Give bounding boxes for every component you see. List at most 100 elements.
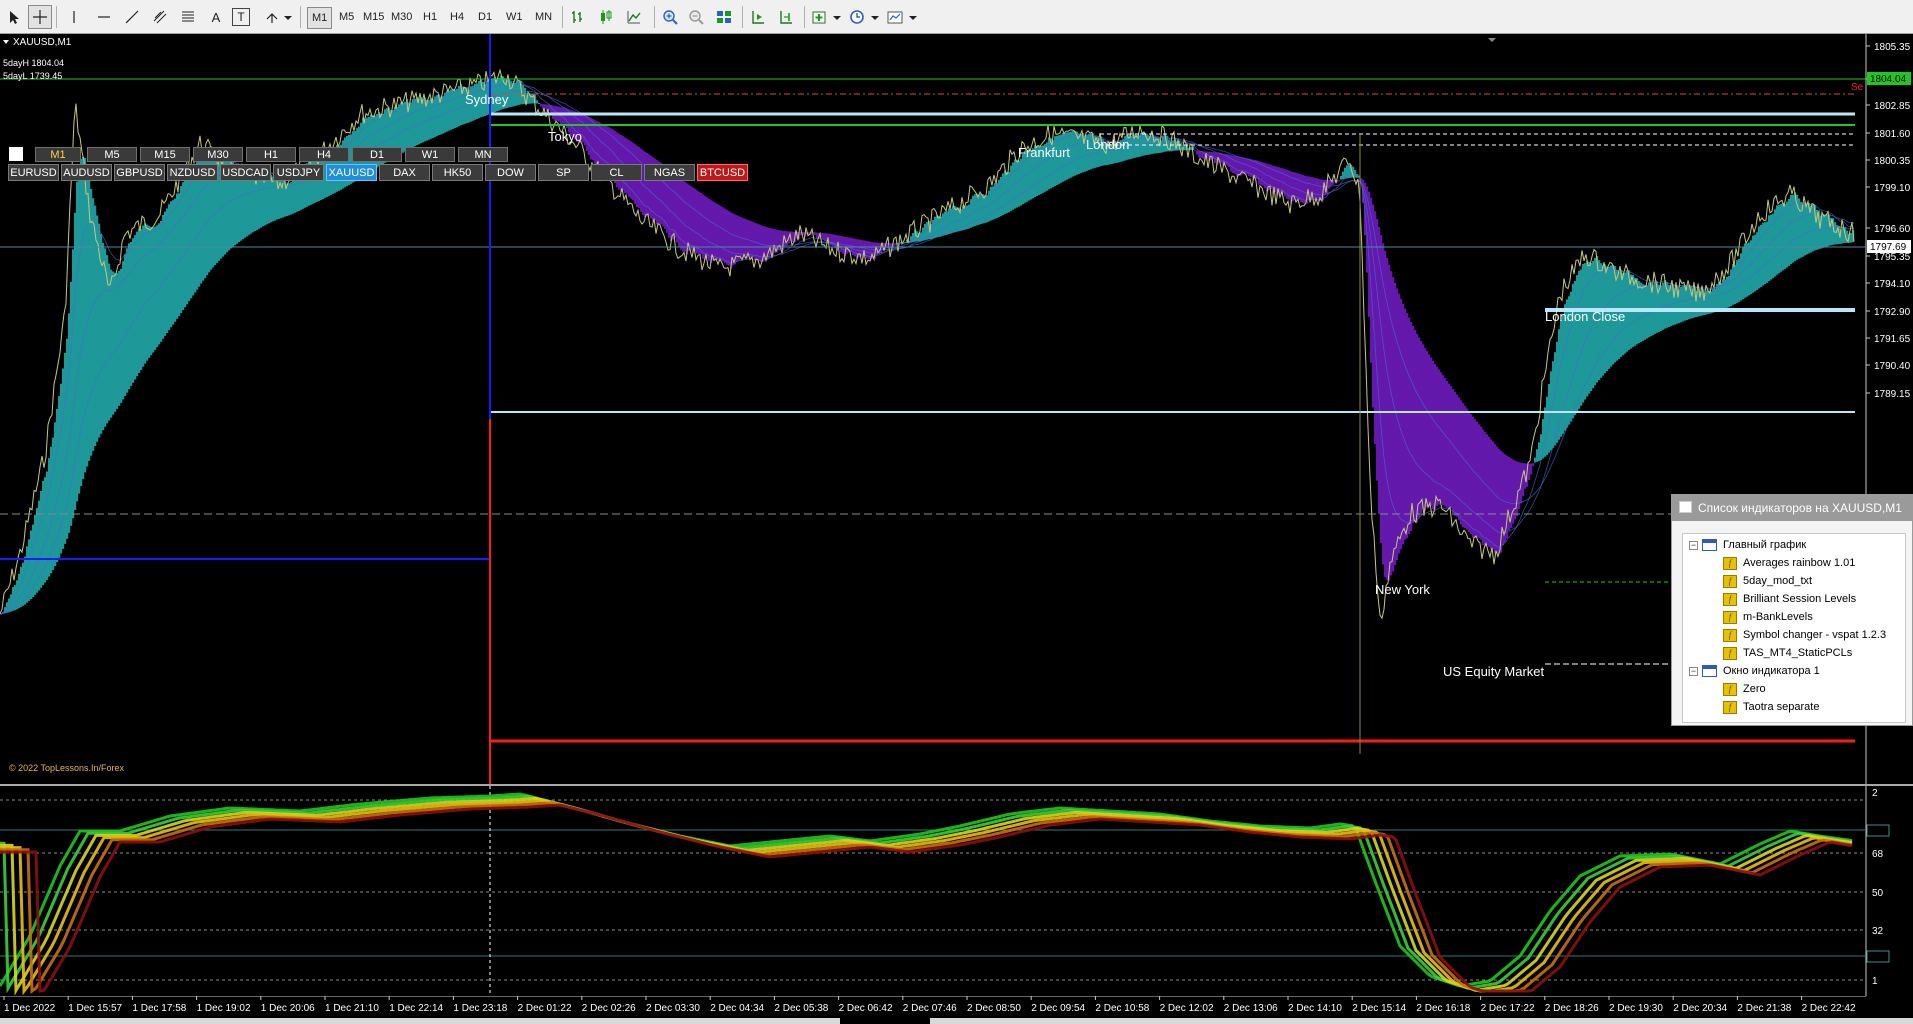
crosshair-icon[interactable] — [28, 5, 52, 29]
time-tick: 2 Dec 06:42 — [839, 1003, 893, 1014]
window-list-icon — [1679, 501, 1692, 513]
sc-tf-h1[interactable]: H1 — [246, 147, 296, 162]
symbol-changer-toggle[interactable] — [9, 147, 23, 161]
symbol-button-nzdusd[interactable]: NZDUSD — [167, 164, 218, 181]
time-tick: 2 Dec 01:22 — [518, 1003, 572, 1014]
symbol-button-xauusd[interactable]: XAUUSD — [326, 164, 377, 181]
time-tick: 2 Dec 04:34 — [710, 1003, 764, 1014]
price-tick: 1789.15 — [1874, 389, 1911, 400]
sc-tf-m1[interactable]: M1 — [35, 147, 81, 162]
session-label-sydney: Sydney — [465, 92, 509, 107]
periods-dropdown-icon[interactable] — [848, 5, 884, 29]
tree-row-sub-window[interactable]: − Окно индикатора 1 — [1689, 663, 1820, 680]
session-label-london: London — [1086, 137, 1129, 152]
vertical-line-icon[interactable] — [62, 5, 86, 29]
time-tick: 1 Dec 2022 — [4, 1003, 56, 1014]
sub-tick-32: 32 — [1872, 926, 1884, 937]
time-tick: 2 Dec 21:38 — [1737, 1003, 1791, 1014]
session-label-frankfurt: Frankfurt — [1018, 145, 1070, 160]
tree-item-m-banklevels[interactable]: f m-BankLevels — [1723, 609, 1813, 626]
tf-h4[interactable]: H4 — [446, 7, 468, 27]
time-tick: 2 Dec 07:46 — [903, 1003, 957, 1014]
zoom-out-icon[interactable] — [684, 5, 708, 29]
symbol-button-gbpusd[interactable]: GBPUSD — [114, 164, 165, 181]
tree-item-taotra-separate[interactable]: f Taotra separate — [1723, 699, 1819, 716]
symbol-button-eurusd[interactable]: EURUSD — [8, 164, 59, 181]
tf-m5[interactable]: M5 — [335, 7, 358, 27]
time-tick: 1 Dec 22:14 — [389, 1003, 443, 1014]
tree-item-brilliant-session-levels[interactable]: f Brilliant Session Levels — [1723, 591, 1856, 608]
time-tick: 2 Dec 12:02 — [1160, 1003, 1214, 1014]
trendline-icon[interactable] — [120, 5, 144, 29]
tf-m1[interactable]: M1 — [307, 7, 333, 29]
line-chart-icon[interactable] — [622, 5, 646, 29]
collapse-icon[interactable]: − — [1689, 666, 1698, 676]
symbol-button-dax[interactable]: DAX — [379, 164, 430, 181]
tf-w1[interactable]: W1 — [502, 7, 527, 27]
indicator-tree: − Главный график f Averages rainbow 1.01 f… — [1682, 533, 1906, 723]
symbol-button-cl[interactable]: CL — [591, 164, 642, 181]
symbol-button-usdcad[interactable]: USDCAD — [220, 164, 271, 181]
chart-shift-icon[interactable] — [774, 5, 798, 29]
symbol-button-btcusd[interactable]: BTCUSD — [697, 164, 748, 181]
tree-item-zero[interactable]: f Zero — [1723, 681, 1766, 698]
zoom-in-icon[interactable] — [658, 5, 682, 29]
sc-tf-m5[interactable]: M5 — [87, 147, 137, 162]
sc-tf-m15[interactable]: M15 — [140, 147, 190, 162]
session-label-us-equity: US Equity Market — [1443, 664, 1545, 679]
fibonacci-icon[interactable] — [176, 5, 200, 29]
price-tick: 1792.90 — [1874, 307, 1911, 318]
channel-icon[interactable] — [148, 5, 172, 29]
session-label-new-york: New York — [1375, 582, 1430, 597]
indicator-panel-title[interactable]: Список индикаторов на XAUUSD,M1 — [1672, 495, 1912, 521]
time-tick: 1 Dec 21:10 — [325, 1003, 379, 1014]
indicator-subwindow[interactable]: 2 68 50 32 1 — [0, 786, 1913, 996]
tf-m15[interactable]: M15 — [359, 7, 388, 27]
tf-m30[interactable]: M30 — [387, 7, 416, 27]
arrows-dropdown-icon[interactable] — [262, 5, 296, 29]
symbol-button-audusd[interactable]: AUDUSD — [61, 164, 112, 181]
symbol-button-sp[interactable]: SP — [538, 164, 589, 181]
tree-row-main-chart[interactable]: − Главный график — [1689, 537, 1806, 554]
text-label-tool-button[interactable]: T — [232, 8, 250, 26]
text-tool-button[interactable]: A — [204, 5, 228, 29]
tree-item-averages-rainbow[interactable]: f Averages rainbow 1.01 — [1723, 555, 1855, 572]
tile-windows-icon[interactable] — [712, 5, 736, 29]
templates-dropdown-icon[interactable] — [886, 5, 922, 29]
sc-tf-h4[interactable]: H4 — [299, 147, 349, 162]
indicators-dropdown-icon[interactable] — [810, 5, 846, 29]
tree-item-tas-staticpcls[interactable]: f TAS_MT4_StaticPCLs — [1723, 645, 1852, 662]
indicator-list-panel[interactable]: Список индикаторов на XAUUSD,M1 − Главный… — [1671, 494, 1913, 726]
tf-h1[interactable]: H1 — [419, 7, 441, 27]
time-tick: 2 Dec 10:58 — [1095, 1003, 1149, 1014]
horizontal-scrollbar-right[interactable] — [930, 1018, 1913, 1024]
bar-chart-icon[interactable] — [566, 5, 590, 29]
time-tick: 1 Dec 23:18 — [453, 1003, 507, 1014]
cursor-arrow-icon[interactable] — [2, 5, 26, 29]
horizontal-scrollbar[interactable] — [0, 1018, 840, 1024]
candlestick-icon[interactable] — [594, 5, 618, 29]
tf-mn[interactable]: MN — [531, 7, 556, 27]
indicator-icon: f — [1723, 610, 1737, 624]
tf-d1[interactable]: D1 — [474, 7, 496, 27]
symbol-button-dow[interactable]: DOW — [485, 164, 536, 181]
main-toolbar: A T M1 M5 M15 M30 H1 H4 D1 W1 MN — [0, 0, 1913, 34]
sc-tf-mn[interactable]: MN — [458, 147, 508, 162]
sc-tf-m30[interactable]: M30 — [193, 147, 243, 162]
tree-item-symbol-changer[interactable]: f Symbol changer - vspat 1.2.3 — [1723, 627, 1886, 644]
session-label-tokyo: Tokyo — [548, 129, 582, 144]
time-tick: 2 Dec 20:34 — [1673, 1003, 1727, 1014]
symbol-button-hk50[interactable]: HK50 — [432, 164, 483, 181]
sc-tf-d1[interactable]: D1 — [352, 147, 402, 162]
symbol-button-ngas[interactable]: NGAS — [644, 164, 695, 181]
price-tick: 1795.35 — [1874, 252, 1911, 263]
tree-item-5day-mod-txt[interactable]: f 5day_mod_txt — [1723, 573, 1812, 590]
auto-scroll-icon[interactable] — [746, 5, 770, 29]
time-tick: 2 Dec 05:38 — [774, 1003, 828, 1014]
chart-title: XAUUSD,M1 — [13, 37, 72, 48]
time-tick: 1 Dec 19:02 — [197, 1003, 251, 1014]
horizontal-line-icon[interactable] — [92, 5, 116, 29]
collapse-icon[interactable]: − — [1689, 540, 1698, 550]
sc-tf-w1[interactable]: W1 — [405, 147, 455, 162]
symbol-button-usdjpy[interactable]: USDJPY — [273, 164, 324, 181]
